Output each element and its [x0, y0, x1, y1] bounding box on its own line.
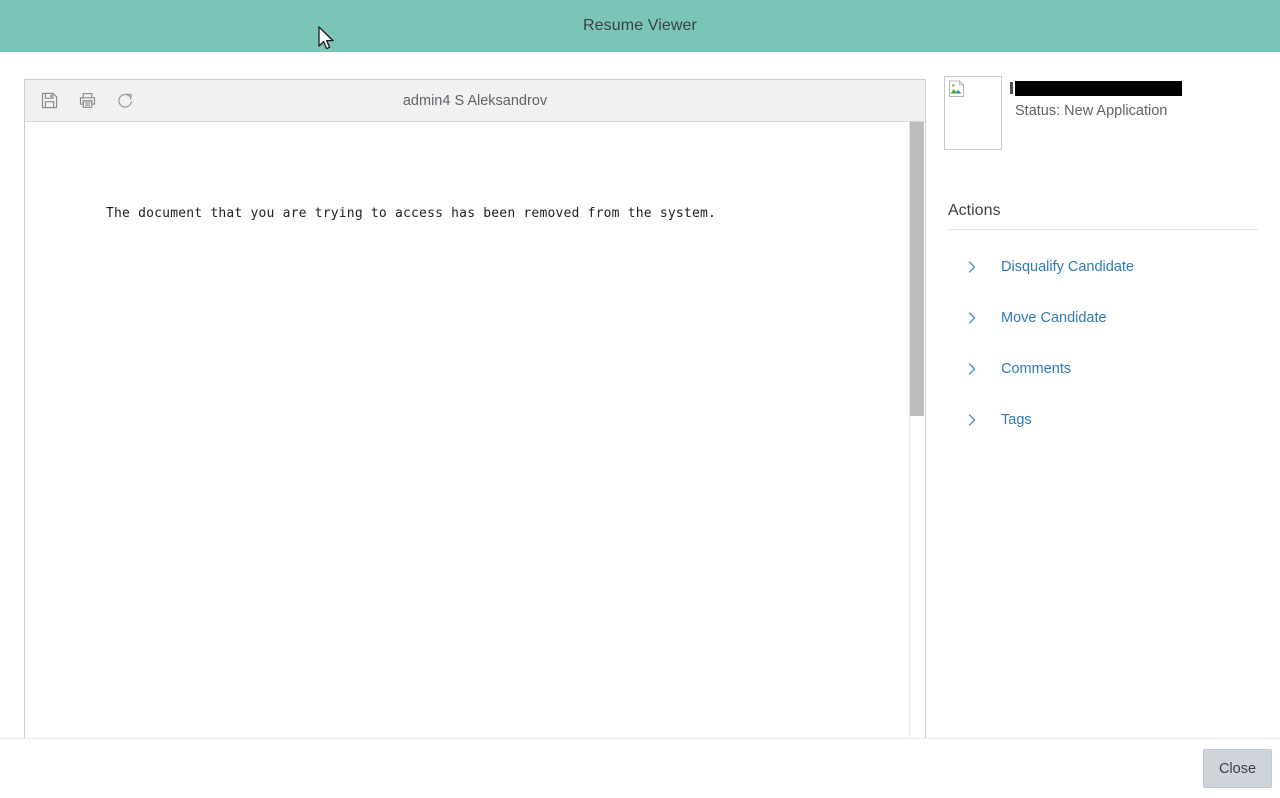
action-label: Move Candidate — [1001, 310, 1107, 326]
document-viewer-panel: admin4 S Aleksandrov The document that y… — [24, 79, 926, 738]
document-body: The document that you are trying to acce… — [25, 122, 925, 738]
page-title: Resume Viewer — [583, 17, 697, 34]
candidate-info: Status: New Application — [1010, 76, 1182, 119]
chevron-right-icon — [968, 261, 976, 273]
document-scrollbar[interactable] — [909, 122, 925, 738]
save-icon[interactable] — [34, 86, 64, 116]
viewer-toolbar: admin4 S Aleksandrov — [25, 80, 925, 122]
candidate-side-panel: Status: New Application Actions Disquali… — [944, 76, 1260, 453]
candidate-name-redacted — [1010, 81, 1182, 96]
rotate-icon[interactable] — [110, 86, 140, 116]
chevron-right-icon — [968, 312, 976, 324]
document-removed-message: The document that you are trying to acce… — [106, 206, 717, 221]
print-icon[interactable] — [72, 86, 102, 116]
action-item-tags[interactable]: Tags — [944, 402, 1260, 438]
window-titlebar: Resume Viewer — [0, 0, 1280, 52]
status-badge: Status: New Application — [1015, 103, 1168, 119]
action-label: Comments — [1001, 361, 1072, 377]
close-button[interactable]: Close — [1203, 749, 1272, 788]
action-item-disqualify-candidate[interactable]: Disqualify Candidate — [944, 249, 1260, 285]
chevron-right-icon — [968, 414, 976, 426]
action-label: Tags — [1001, 412, 1032, 428]
action-item-move-candidate[interactable]: Move Candidate — [944, 300, 1260, 336]
broken-image-icon — [949, 80, 965, 97]
action-label: Disqualify Candidate — [1001, 259, 1134, 275]
candidate-header: Status: New Application — [944, 76, 1260, 150]
actions-heading: Actions — [948, 202, 1001, 219]
scrollbar-thumb[interactable] — [910, 122, 924, 416]
document-title: admin4 S Aleksandrov — [402, 92, 548, 109]
avatar — [944, 76, 1002, 150]
actions-divider — [948, 229, 1258, 230]
actions-list: Disqualify Candidate Move Candidate Comm… — [944, 249, 1260, 438]
action-item-comments[interactable]: Comments — [944, 351, 1260, 387]
main-content: admin4 S Aleksandrov The document that y… — [0, 52, 1280, 738]
chevron-right-icon — [968, 363, 976, 375]
footer-divider — [0, 738, 1280, 739]
